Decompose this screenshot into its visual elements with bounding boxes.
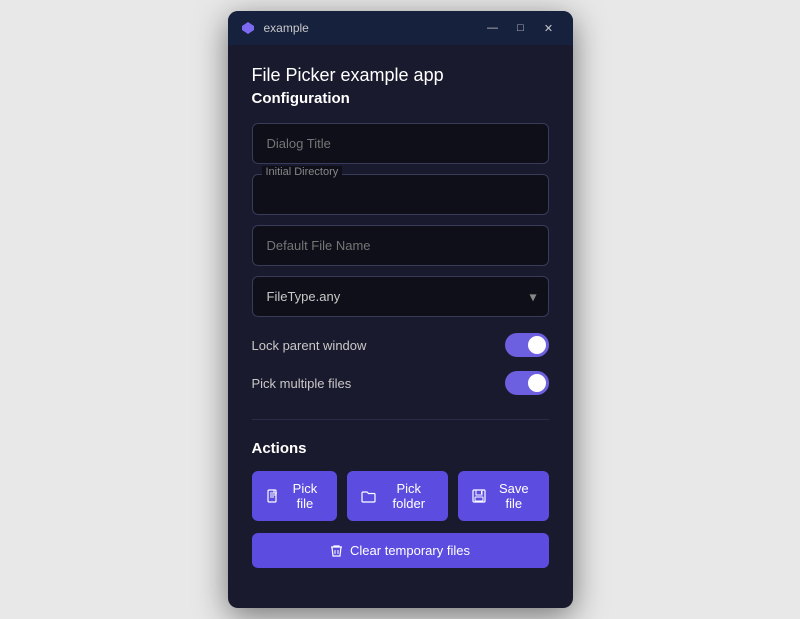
save-file-button[interactable]: Save file: [458, 471, 548, 521]
actions-section: Actions Pick file: [252, 440, 549, 568]
initial-directory-input[interactable]: C:\Users\phili\Desktop\test-files\: [252, 174, 549, 215]
lock-parent-row: Lock parent window: [252, 333, 549, 357]
app-icon: [240, 20, 256, 36]
app-window: example — □ ✕ File Picker example app Co…: [228, 11, 573, 608]
actions-section-title: Actions: [252, 440, 549, 457]
config-section: Configuration Initial Directory C:\Users…: [252, 90, 549, 395]
filetype-select[interactable]: FileType.any FileType.image FileType.vid…: [252, 276, 549, 317]
pick-multiple-toggle-knob: [528, 374, 546, 392]
pick-folder-icon: [361, 490, 376, 503]
initial-directory-wrapper: Initial Directory C:\Users\phili\Desktop…: [252, 174, 549, 215]
clear-temporary-label: Clear temporary files: [350, 543, 470, 558]
close-button[interactable]: ✕: [537, 16, 561, 40]
default-file-name-input[interactable]: [252, 225, 549, 266]
clear-temporary-button[interactable]: Clear temporary files: [252, 533, 549, 568]
clear-temporary-icon: [330, 544, 343, 558]
pick-folder-button[interactable]: Pick folder: [347, 471, 448, 521]
save-file-icon: [472, 489, 486, 503]
app-title: File Picker example app: [252, 65, 549, 86]
actions-row-1: Pick file Pick folder: [252, 471, 549, 521]
dialog-title-input[interactable]: [252, 123, 549, 164]
lock-parent-label: Lock parent window: [252, 338, 367, 353]
config-section-title: Configuration: [252, 90, 549, 107]
maximize-button[interactable]: □: [509, 16, 533, 40]
title-bar: example — □ ✕: [228, 11, 573, 45]
pick-folder-label: Pick folder: [383, 481, 434, 511]
title-bar-controls: — □ ✕: [481, 16, 561, 40]
minimize-button[interactable]: —: [481, 16, 505, 40]
lock-parent-toggle-knob: [528, 336, 546, 354]
save-file-label: Save file: [493, 481, 534, 511]
pick-file-button[interactable]: Pick file: [252, 471, 338, 521]
title-bar-text: example: [264, 21, 473, 35]
pick-file-icon: [266, 489, 280, 503]
pick-multiple-toggle[interactable]: [505, 371, 549, 395]
pick-multiple-label: Pick multiple files: [252, 376, 352, 391]
pick-multiple-row: Pick multiple files: [252, 371, 549, 395]
pick-file-label: Pick file: [287, 481, 324, 511]
content-area: File Picker example app Configuration In…: [228, 45, 573, 608]
filetype-select-wrapper: FileType.any FileType.image FileType.vid…: [252, 276, 549, 317]
divider: [252, 419, 549, 420]
actions-row-2: Clear temporary files: [252, 533, 549, 568]
initial-directory-label: Initial Directory: [262, 166, 343, 178]
lock-parent-toggle[interactable]: [505, 333, 549, 357]
